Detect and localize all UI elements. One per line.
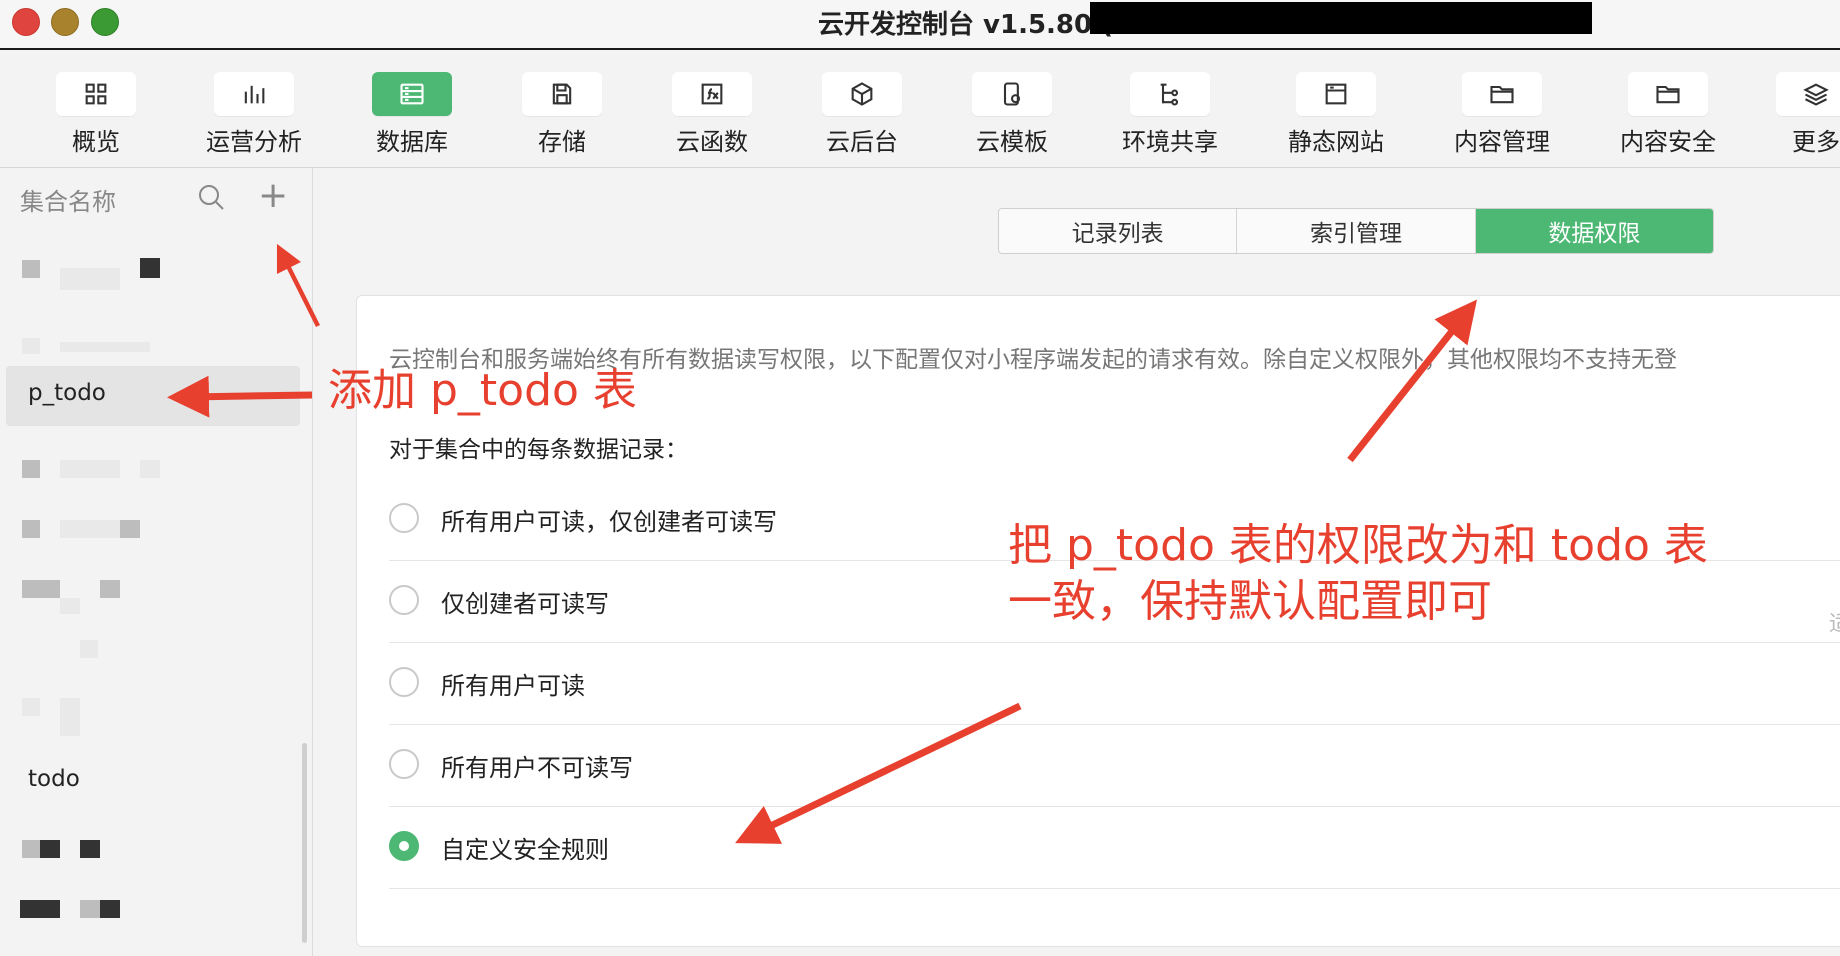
collection-name-header: 集合名称 (20, 188, 116, 216)
toolbar-label: 更多 (1792, 128, 1840, 156)
function-icon (672, 72, 752, 116)
toolbar-label: 云后台 (826, 128, 898, 156)
bar-chart-icon (214, 72, 294, 116)
radio-button[interactable] (389, 503, 419, 533)
annotation-change-permission-line1: 把 p_todo 表的权限改为和 todo 表 (1008, 520, 1708, 571)
maximize-window-button[interactable] (91, 8, 119, 36)
search-icon[interactable] (196, 182, 226, 212)
toolbar-label: 概览 (72, 128, 120, 156)
toolbar-label: 数据库 (376, 128, 448, 156)
tree-icon (1130, 72, 1210, 116)
toolbar-cloud-template[interactable]: 云模板 (952, 72, 1072, 157)
tab-record-list[interactable]: 记录列表 (999, 209, 1238, 253)
redacted-title-block (1090, 2, 1592, 34)
toolbar-label: 内容安全 (1620, 128, 1716, 156)
toolbar-label: 环境共享 (1122, 128, 1218, 156)
radio-button[interactable] (389, 667, 419, 697)
collection-item-p-todo[interactable]: p_todo (6, 366, 300, 426)
add-collection-button[interactable]: + (258, 178, 288, 214)
toolbar-label: 存储 (538, 128, 586, 156)
toolbar-label: 静态网站 (1288, 128, 1384, 156)
option-label: 自定义安全规则 (441, 836, 609, 864)
collection-item-todo[interactable]: todo (6, 752, 300, 812)
toolbar-analytics[interactable]: 运营分析 (194, 72, 314, 157)
annotation-change-permission-line2: 一致，保持默认配置即可 (1008, 576, 1492, 627)
option-label: 仅创建者可读写 (441, 590, 609, 618)
folder-icon (1462, 72, 1542, 116)
sidebar-scrollbar[interactable] (302, 743, 307, 943)
folder-icon (1628, 72, 1708, 116)
template-icon (972, 72, 1052, 116)
toolbar-content-security[interactable]: 内容安全 (1608, 72, 1728, 157)
radio-button[interactable] (389, 585, 419, 615)
annotation-add-table: 添加 p_todo 表 (328, 365, 637, 416)
toolbar-database[interactable]: 数据库 (352, 72, 472, 157)
toolbar-overview[interactable]: 概览 (36, 72, 156, 157)
permission-option-custom-rules[interactable]: 自定义安全规则 (389, 808, 1840, 889)
toolbar-cloud-backend[interactable]: 云后台 (802, 72, 922, 157)
collection-sidebar: 集合名称 + p_todo todo (0, 168, 313, 956)
database-icon (372, 72, 452, 116)
tab-data-permission[interactable]: 数据权限 (1475, 209, 1713, 253)
database-tabs: 记录列表 索引管理 数据权限 (998, 208, 1714, 254)
cube-icon (822, 72, 902, 116)
record-scope-label: 对于集合中的每条数据记录： (389, 437, 688, 463)
grid-icon (56, 72, 136, 116)
save-icon (522, 72, 602, 116)
toolbar-label: 云函数 (676, 128, 748, 156)
option-label: 所有用户不可读写 (441, 754, 633, 782)
toolbar-cloud-function[interactable]: 云函数 (652, 72, 772, 157)
tab-index-management[interactable]: 索引管理 (1237, 209, 1476, 253)
toolbar-more[interactable]: 更多 (1756, 72, 1840, 157)
toolbar-env-share[interactable]: 环境共享 (1110, 72, 1230, 157)
layers-icon (1776, 72, 1840, 116)
title-bar: 云开发控制台 v1.5.80 ( (0, 0, 1840, 50)
toolbar-label: 云模板 (976, 128, 1048, 156)
browser-icon (1296, 72, 1376, 116)
radio-button-selected[interactable] (389, 831, 419, 861)
toolbar-storage[interactable]: 存储 (502, 72, 622, 157)
close-window-button[interactable] (12, 8, 40, 36)
option-label: 所有用户可读 (441, 672, 585, 700)
toolbar-content-management[interactable]: 内容管理 (1442, 72, 1562, 157)
toolbar-label: 内容管理 (1454, 128, 1550, 156)
window-title: 云开发控制台 v1.5.80 ( (818, 10, 1114, 40)
truncated-edge-text: 适 (1829, 606, 1840, 638)
toolbar-static-site[interactable]: 静态网站 (1276, 72, 1396, 157)
collection-item-label: p_todo (28, 380, 106, 406)
radio-button[interactable] (389, 749, 419, 779)
minimize-window-button[interactable] (51, 8, 79, 36)
main-toolbar: 概览 运营分析 数据库 存储 云函数 云后台 云模板 环境共享 静态网站 内容管… (0, 50, 1840, 168)
permission-option-read-all[interactable]: 所有用户可读 (389, 644, 1840, 725)
toolbar-label: 运营分析 (206, 128, 302, 156)
collection-item-label: todo (28, 766, 80, 792)
option-label: 所有用户可读，仅创建者可读写 (441, 508, 777, 536)
permission-option-no-access[interactable]: 所有用户不可读写 (389, 726, 1840, 807)
